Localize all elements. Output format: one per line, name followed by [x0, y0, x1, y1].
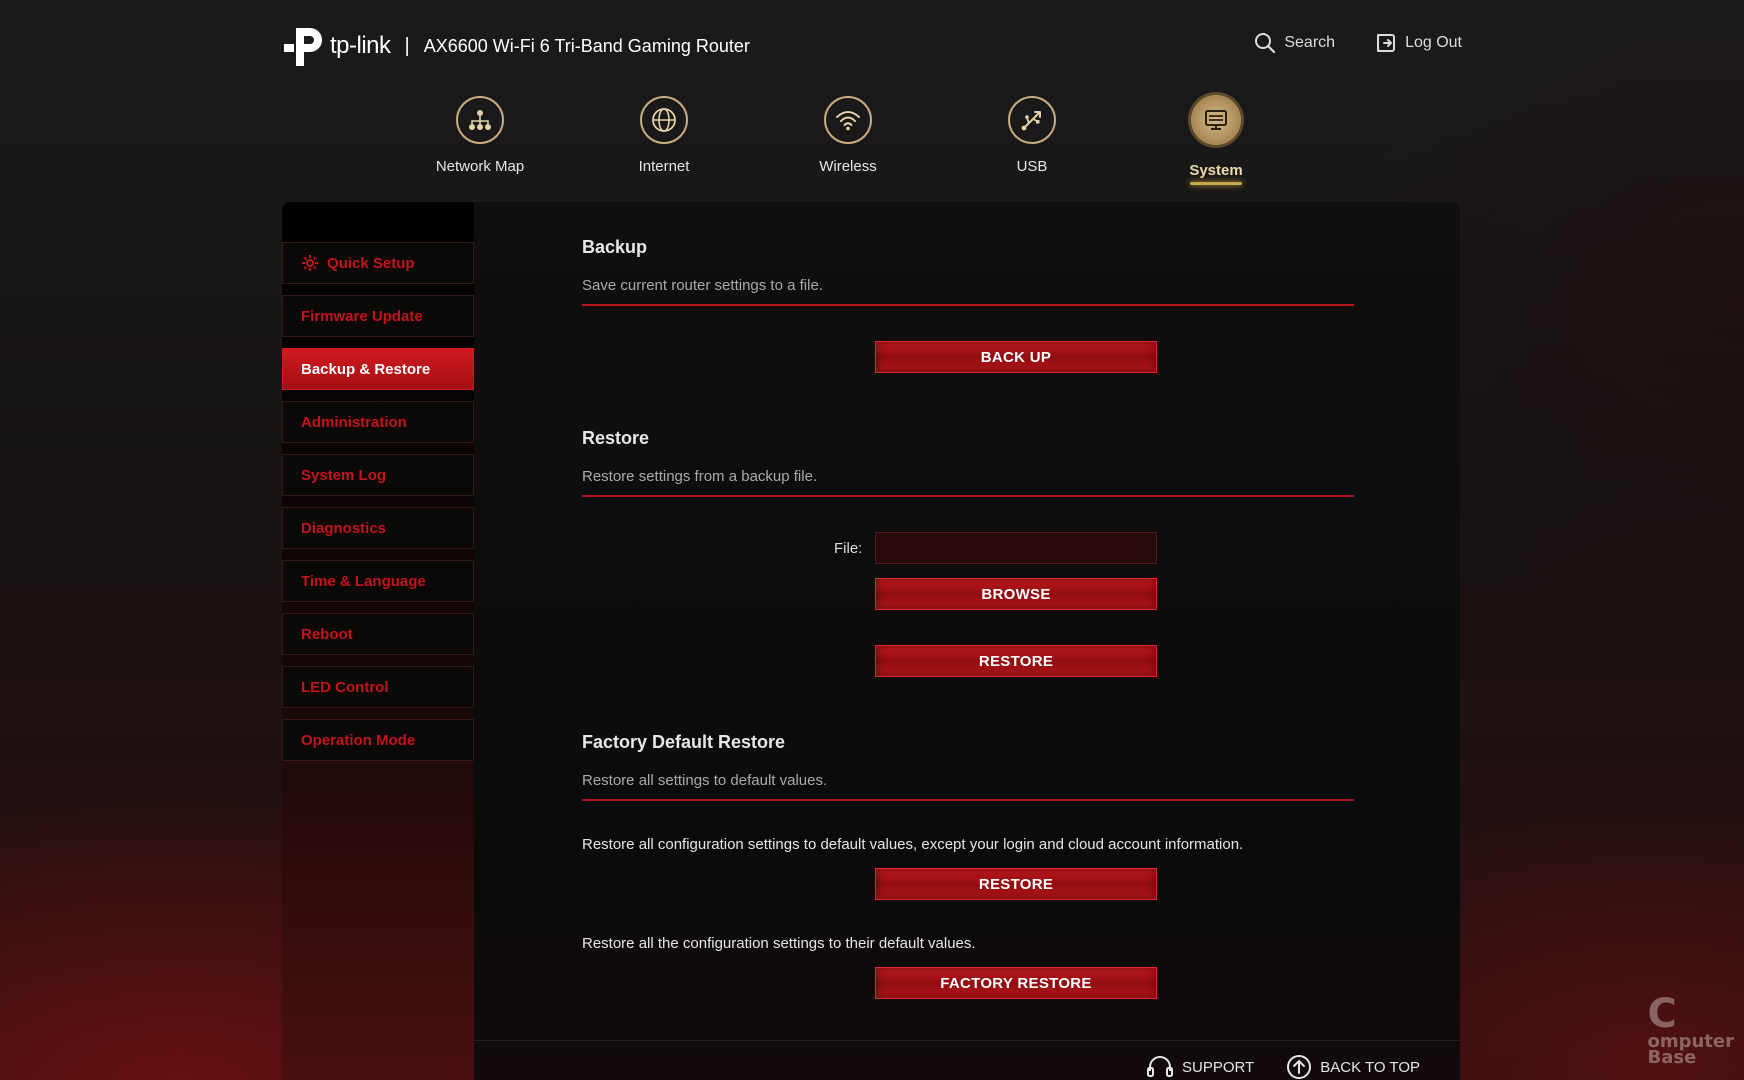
top-navigation: Network Map Internet Wireless USB System — [410, 92, 1358, 206]
globe-icon — [640, 96, 688, 144]
header: tp-link | AX6600 Wi-Fi 6 Tri-Band Gaming… — [282, 18, 1462, 74]
sidebar-item-led-control[interactable]: LED Control — [282, 666, 474, 708]
factory-restore-text: Restore all the configuration settings t… — [582, 935, 976, 952]
nav-label: Network Map — [435, 158, 525, 175]
gear-icon — [301, 254, 319, 272]
back-to-top-link[interactable]: BACK TO TOP — [1286, 1054, 1420, 1080]
nav-system[interactable]: System — [1146, 92, 1286, 185]
usb-icon — [1008, 96, 1056, 144]
nav-label: Wireless — [819, 158, 877, 175]
file-path-input[interactable] — [875, 532, 1157, 564]
sidebar-item-label: System Log — [301, 466, 387, 484]
sidebar-item-label: Administration — [301, 413, 407, 431]
factory-restore-title: Factory Default Restore — [582, 732, 786, 752]
restore-button[interactable]: RESTORE — [875, 645, 1157, 677]
restore-title: Restore — [582, 428, 650, 448]
main-panel: Quick Setup Firmware Update Backup & Res… — [282, 202, 1460, 1080]
system-icon — [1188, 92, 1244, 148]
title-separator: | — [404, 34, 410, 57]
sidebar-item-quick-setup[interactable]: Quick Setup — [282, 242, 474, 284]
sidebar-item-system-log[interactable]: System Log — [282, 454, 474, 496]
sidebar-item-operation-mode[interactable]: Operation Mode — [282, 719, 474, 761]
computerbase-watermark: C omputer Base — [1647, 991, 1734, 1068]
section-divider — [582, 799, 1354, 801]
active-tab-indicator — [1190, 182, 1242, 185]
tp-link-logo-icon — [284, 28, 322, 66]
wifi-icon — [824, 96, 872, 144]
nav-label: USB — [1016, 158, 1048, 175]
backup-title: Backup — [582, 237, 648, 257]
sidebar-item-label: LED Control — [301, 678, 389, 696]
support-label: SUPPORT — [1181, 1058, 1255, 1076]
restore-keep-login-button[interactable]: RESTORE — [875, 868, 1157, 900]
sidebar-item-label: Firmware Update — [301, 307, 423, 325]
router-model: AX6600 Wi-Fi 6 Tri-Band Gaming Router — [423, 35, 750, 56]
support-link[interactable]: SUPPORT — [1146, 1054, 1254, 1080]
restore-keep-login-text: Restore all configuration settings to de… — [582, 836, 1244, 853]
nav-wireless[interactable]: Wireless — [778, 96, 918, 175]
logout-icon — [1377, 34, 1396, 52]
sidebar-item-time-language[interactable]: Time & Language — [282, 560, 474, 602]
sidebar-item-label: Quick Setup — [327, 254, 415, 272]
arrow-up-circle-icon — [1287, 1055, 1312, 1079]
sidebar-item-label: Reboot — [301, 625, 353, 643]
backup-description: Save current router settings to a file. — [582, 277, 823, 294]
sidebar: Quick Setup Firmware Update Backup & Res… — [282, 202, 474, 1080]
search-button[interactable]: Search — [1254, 32, 1335, 54]
section-divider — [582, 495, 1354, 497]
nav-network-map[interactable]: Network Map — [410, 96, 550, 175]
browse-button[interactable]: BROWSE — [875, 578, 1157, 610]
factory-restore-button[interactable]: FACTORY RESTORE — [875, 967, 1157, 999]
factory-restore-description: Restore all settings to default values. — [582, 772, 828, 789]
sidebar-item-firmware-update[interactable]: Firmware Update — [282, 295, 474, 337]
backup-button[interactable]: BACK UP — [875, 341, 1157, 373]
nav-internet[interactable]: Internet — [594, 96, 734, 175]
sidebar-item-label: Diagnostics — [301, 519, 387, 537]
search-icon — [1255, 33, 1276, 54]
back-to-top-label: BACK TO TOP — [1320, 1058, 1420, 1076]
network-map-icon — [456, 96, 504, 144]
sidebar-item-label: Time & Language — [301, 572, 426, 590]
sidebar-item-backup-restore[interactable]: Backup & Restore — [282, 348, 474, 390]
restore-description: Restore settings from a backup file. — [582, 468, 818, 485]
section-divider — [582, 304, 1354, 306]
sidebar-item-administration[interactable]: Administration — [282, 401, 474, 443]
search-label: Search — [1284, 34, 1336, 51]
nav-label: Internet — [638, 158, 690, 175]
logo[interactable]: tp-link | AX6600 Wi-Fi 6 Tri-Band Gaming… — [282, 18, 750, 74]
file-label: File: — [834, 540, 863, 557]
footer: SUPPORT BACK TO TOP — [282, 1040, 1460, 1080]
sidebar-item-reboot[interactable]: Reboot — [282, 613, 474, 655]
headset-icon — [1146, 1056, 1173, 1077]
sidebar-item-label: Operation Mode — [301, 731, 416, 749]
sidebar-item-label: Backup & Restore — [301, 360, 431, 378]
nav-label: System — [1189, 162, 1243, 179]
nav-usb[interactable]: USB — [962, 96, 1102, 175]
logout-label: Log Out — [1405, 34, 1462, 51]
sidebar-item-diagnostics[interactable]: Diagnostics — [282, 507, 474, 549]
footer-divider — [474, 1040, 1460, 1041]
brand-name: tp-link — [330, 32, 391, 59]
logout-button[interactable]: Log Out — [1375, 32, 1462, 54]
